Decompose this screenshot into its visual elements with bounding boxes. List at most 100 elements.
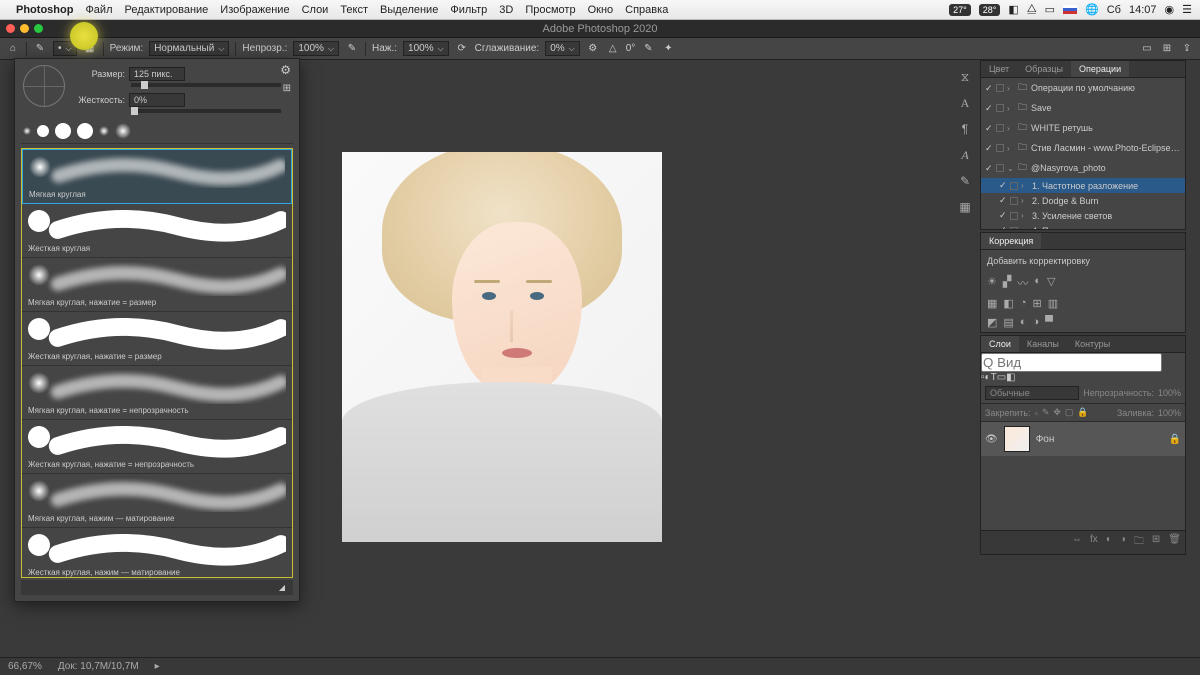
hardness-slider[interactable] <box>131 109 281 113</box>
fullscreen-window-button[interactable] <box>34 24 43 33</box>
menu-window[interactable]: Окно <box>588 4 614 16</box>
check-icon[interactable]: ✓ <box>985 123 993 134</box>
menu-layers[interactable]: Слои <box>302 4 329 16</box>
check-icon[interactable]: ✓ <box>999 195 1007 206</box>
panel-icon-glyph[interactable]: A <box>956 146 974 164</box>
disclosure-icon[interactable]: › <box>1007 124 1015 133</box>
check-icon[interactable]: ✓ <box>999 210 1007 221</box>
disclosure-icon[interactable]: › <box>1021 211 1029 220</box>
dialog-toggle[interactable] <box>1010 197 1018 205</box>
language-icon[interactable]: 🌐 <box>1085 3 1099 16</box>
symmetry-icon[interactable]: ✦ <box>661 42 675 56</box>
lock-artboard-icon[interactable]: ▢ <box>1065 407 1074 418</box>
app-name[interactable]: Photoshop <box>16 4 73 16</box>
disclosure-icon[interactable]: › <box>1021 226 1029 230</box>
check-icon[interactable]: ✓ <box>999 225 1007 230</box>
adj-lut-icon[interactable]: ▥ <box>1048 297 1058 310</box>
menu-filter[interactable]: Фильтр <box>450 4 487 16</box>
dialog-toggle[interactable] <box>996 84 1004 92</box>
brush-tool-icon[interactable]: ✎ <box>33 42 47 56</box>
layer-thumbnail[interactable] <box>1004 426 1030 452</box>
brush-angle-control[interactable] <box>23 65 65 107</box>
dialog-toggle[interactable] <box>996 124 1004 132</box>
brush-preset-item[interactable]: Мягкая круглая <box>22 149 292 204</box>
action-row[interactable]: ✓›2. Dodge & Burn <box>981 193 1185 208</box>
status-icon[interactable]: ◧ <box>1008 3 1018 16</box>
hardness-value[interactable]: 0% <box>129 93 185 107</box>
size-slider[interactable] <box>131 83 281 87</box>
layer-filter-input[interactable] <box>981 353 1162 372</box>
siri-icon[interactable]: ◉ <box>1165 3 1175 16</box>
action-row[interactable]: ✓›🗀Операции по умолчанию <box>981 78 1185 98</box>
new-preset-icon[interactable]: ⊞ <box>283 83 291 94</box>
action-row[interactable]: ✓›4. Повышение контрастности <box>981 223 1185 230</box>
check-icon[interactable]: ✓ <box>999 180 1007 191</box>
action-row[interactable]: ✓›3. Усиление светов <box>981 208 1185 223</box>
adj-layer-icon[interactable]: ◑ <box>1120 534 1126 551</box>
adj-vibrance-icon[interactable]: ▽ <box>1047 275 1055 291</box>
doc-size[interactable]: Док: 10,7M/10,7M <box>58 661 139 672</box>
new-layer-icon[interactable]: ⊞ <box>1152 534 1160 551</box>
adj-levels-icon[interactable]: ▞ <box>1003 275 1011 291</box>
layer-name[interactable]: Фон <box>1036 434 1055 445</box>
angle-value[interactable]: 0° <box>626 43 636 54</box>
opacity-input[interactable]: 100%⌵ <box>293 41 339 56</box>
panel-options-icon[interactable]: ⚙ <box>280 63 291 77</box>
adj-hue-icon[interactable]: ▦ <box>987 297 997 310</box>
brush-preset-item[interactable]: Мягкая круглая, нажатие = размер <box>22 258 292 312</box>
dialog-toggle[interactable] <box>996 144 1004 152</box>
brush-preset-item[interactable]: Мягкая круглая, нажим — матирование <box>22 474 292 528</box>
adj-curves-icon[interactable]: 〰 <box>1017 275 1028 291</box>
preset-5[interactable] <box>99 126 109 136</box>
smoothing-input[interactable]: 0%⌵ <box>545 41 580 56</box>
pressure-size-icon[interactable]: ✎ <box>641 42 655 56</box>
delete-layer-icon[interactable]: 🗑 <box>1168 534 1181 551</box>
menu-view[interactable]: Просмотр <box>525 4 575 16</box>
dialog-toggle[interactable] <box>1010 182 1018 190</box>
preset-2[interactable] <box>37 125 49 137</box>
tab-color[interactable]: Цвет <box>981 61 1017 77</box>
weather-widget-1[interactable]: 27° <box>949 4 971 16</box>
weather-widget-2[interactable]: 28° <box>979 4 1001 16</box>
tab-channels[interactable]: Каналы <box>1019 336 1067 352</box>
menu-edit[interactable]: Редактирование <box>124 4 208 16</box>
minimize-window-button[interactable] <box>20 24 29 33</box>
size-value[interactable]: 125 пикс. <box>129 67 185 81</box>
tab-paths[interactable]: Контуры <box>1067 336 1118 352</box>
lock-pos-icon[interactable]: ✥ <box>1053 407 1061 418</box>
adj-photo-icon[interactable]: ◔ <box>1020 297 1027 310</box>
menu-file[interactable]: Файл <box>85 4 112 16</box>
brush-preset-item[interactable]: Жесткая круглая <box>22 204 292 258</box>
adj-bw-icon[interactable]: ◧ <box>1003 297 1013 310</box>
adj-exposure-icon[interactable]: ◐ <box>1034 275 1041 291</box>
adj-poster-icon[interactable]: ▤ <box>1003 316 1013 329</box>
flow-input[interactable]: 100%⌵ <box>403 41 449 56</box>
document-canvas[interactable] <box>342 152 662 542</box>
fx-icon[interactable]: fx <box>1090 534 1098 551</box>
home-icon[interactable]: ⌂ <box>6 42 20 56</box>
dialog-toggle[interactable] <box>996 164 1004 172</box>
tab-layers[interactable]: Слои <box>981 336 1019 352</box>
filter-shape-icon[interactable]: ▭ <box>997 372 1006 383</box>
visibility-icon[interactable]: 👁 <box>985 434 998 445</box>
menu-help[interactable]: Справка <box>625 4 668 16</box>
disclosure-icon[interactable]: › <box>1007 104 1015 113</box>
layer-row[interactable]: 👁 Фон 🔒 <box>981 422 1185 456</box>
pressure-opacity-icon[interactable]: ✎ <box>345 42 359 56</box>
adj-mixer-icon[interactable]: ⊞ <box>1032 297 1041 310</box>
dialog-toggle[interactable] <box>1010 212 1018 220</box>
action-row[interactable]: ✓›🗀WHITE ретушь <box>981 118 1185 138</box>
panel-icon-history[interactable]: ⧖ <box>956 68 974 86</box>
chevron-right-icon[interactable]: ▸ <box>155 661 160 672</box>
panel-icon-char[interactable]: A <box>956 94 974 112</box>
mask-icon[interactable]: ◐ <box>1106 534 1112 551</box>
brush-list[interactable]: Мягкая круглаяЖесткая круглаяМягкая круг… <box>21 148 293 578</box>
action-row[interactable]: ✓›1. Частотное разложение <box>981 178 1185 193</box>
menu-text[interactable]: Текст <box>340 4 368 16</box>
share-icon[interactable]: ⇪ <box>1180 42 1194 56</box>
lock-all-icon[interactable]: 🔒 <box>1077 407 1088 418</box>
brush-preset-item[interactable]: Жесткая круглая, нажим — матирование <box>22 528 292 578</box>
adj-brightness-icon[interactable]: ☀ <box>987 275 997 291</box>
action-row[interactable]: ✓›🗀Стив Ласмин - www.Photo-Eclipse.ru - … <box>981 138 1185 158</box>
disclosure-icon[interactable]: › <box>1007 144 1015 153</box>
